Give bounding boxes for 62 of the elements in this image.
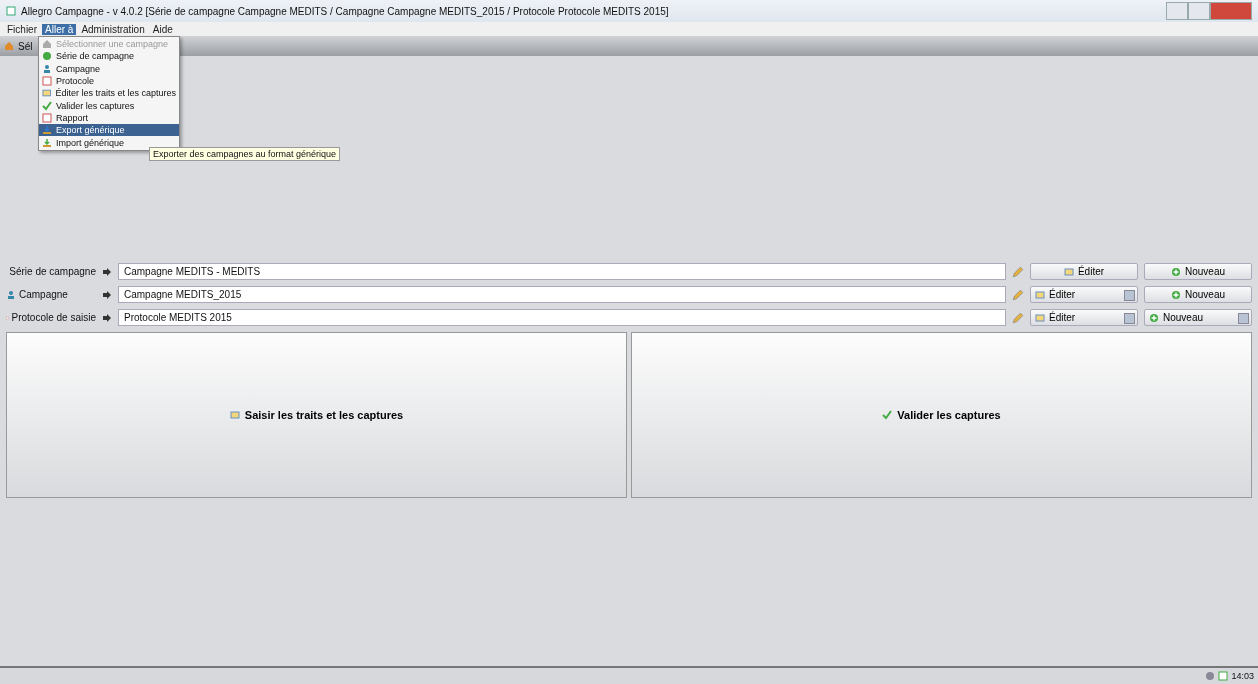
field-label: Protocole de saisie [11, 312, 96, 323]
app-icon [6, 6, 16, 16]
menu-item[interactable]: Export générique [39, 124, 179, 137]
note-icon [1063, 266, 1074, 277]
menu-item[interactable]: Éditer les traits et les captures [39, 87, 179, 100]
close-button[interactable] [1210, 2, 1252, 20]
note-icon [42, 88, 52, 99]
field-label: Série de campagne [9, 266, 96, 277]
menu-item[interactable]: Aide [149, 23, 176, 35]
menu-item[interactable]: Protocole [39, 74, 179, 88]
menu-item[interactable]: Import générique [39, 136, 179, 149]
edit-button[interactable]: Éditer [1030, 286, 1138, 303]
arrow-icon [102, 266, 112, 277]
arrow-icon [102, 312, 112, 323]
caret-icon[interactable] [1238, 313, 1249, 324]
clock-time: 14:03 [1231, 671, 1254, 681]
menu-item[interactable]: Fichier [4, 23, 40, 35]
edit-button[interactable]: Éditer [1030, 309, 1138, 326]
menu-item[interactable]: Aller à [42, 23, 77, 35]
action-button[interactable]: Valider les captures [631, 332, 1252, 498]
note-icon [1035, 312, 1045, 323]
menu-item[interactable]: Rapport [39, 111, 179, 125]
combo-field[interactable]: Protocole MEDITS 2015 [118, 309, 1006, 326]
new-button[interactable]: Nouveau [1144, 263, 1252, 280]
combo-field[interactable]: Campagne MEDITS_2015 [118, 286, 1006, 303]
edit-button[interactable]: Éditer [1030, 263, 1138, 280]
new-button[interactable]: Nouveau [1144, 309, 1252, 326]
plus-icon [1171, 266, 1181, 277]
person-icon [42, 63, 52, 74]
menu-item[interactable]: Administration [78, 23, 148, 35]
document-icon [42, 112, 52, 123]
tooltip: Exporter des campagnes au format générique [149, 147, 341, 161]
menu-item[interactable]: Campagne [39, 62, 179, 75]
window-title: Allegro Campagne - v 4.0.2 [Série de campagne Campagne MEDITS / Campagne Campagne MEDITS_2015 / Protocole Protocole MEDITS 2015] [21, 5, 669, 17]
note-icon [229, 410, 240, 420]
pencil-icon [1012, 288, 1024, 301]
caret-icon[interactable] [1124, 313, 1135, 324]
minimize-button[interactable] [1166, 2, 1188, 20]
caret-icon[interactable] [1124, 290, 1135, 301]
home-icon [42, 39, 52, 50]
field-label: Campagne [19, 289, 68, 300]
check-icon [42, 100, 52, 111]
menu-item[interactable]: Valider les captures [39, 99, 179, 112]
combo-field[interactable]: Campagne MEDITS - MEDITS [118, 263, 1006, 280]
action-button[interactable]: Saisir les traits et les captures [6, 332, 627, 498]
download-icon [42, 125, 52, 136]
toolbar-tab[interactable]: Sél [18, 40, 33, 52]
maximize-button[interactable] [1188, 2, 1210, 20]
new-button[interactable]: Nouveau [1144, 286, 1252, 303]
document-icon [42, 76, 52, 87]
note-icon [1035, 289, 1045, 300]
home-icon [4, 41, 14, 51]
pencil-icon [1012, 311, 1024, 324]
circle-icon [42, 51, 52, 62]
check-icon [882, 410, 893, 420]
download-icon [42, 137, 52, 148]
plus-icon [1171, 289, 1181, 300]
menu-item[interactable]: Série de campagne [39, 50, 179, 63]
arrow-icon [102, 289, 112, 300]
person-icon [6, 289, 16, 300]
plus-icon [1149, 312, 1159, 323]
pencil-icon [1012, 265, 1024, 278]
